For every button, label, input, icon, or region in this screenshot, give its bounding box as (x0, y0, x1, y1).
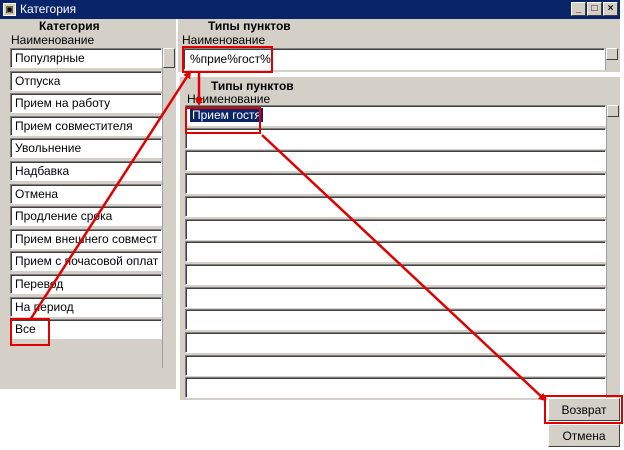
results-list-item[interactable] (185, 309, 606, 331)
types-panel-header: Типы пунктов (208, 19, 291, 33)
results-list-item[interactable] (185, 173, 606, 195)
category-list-item[interactable]: Увольнение (10, 138, 162, 159)
results-list-item[interactable] (185, 263, 606, 285)
search-highlight-box (182, 46, 273, 73)
return-highlight-box (544, 395, 623, 424)
category-scroll-thumb[interactable] (163, 48, 175, 68)
results-list-item[interactable] (185, 150, 606, 172)
selection-highlight-box (185, 107, 261, 134)
category-scrollbar[interactable] (162, 48, 175, 368)
types-column-label: Наименование (182, 33, 266, 47)
category-list-item[interactable]: Прием с почасовой оплат (10, 251, 162, 272)
window-title: Категория (20, 2, 77, 16)
types-scroll-thumb[interactable] (606, 48, 618, 60)
results-list-item[interactable] (185, 354, 606, 376)
types-scrollbar[interactable] (605, 48, 618, 70)
results-list-item[interactable] (185, 377, 606, 399)
category-list-item[interactable]: Перевод (10, 274, 162, 294)
maximize-icon[interactable]: □ (587, 2, 602, 16)
category-list-item[interactable]: Популярные (10, 48, 162, 68)
category-list-item[interactable]: Отпуска (10, 70, 162, 91)
close-icon[interactable]: × (603, 2, 618, 16)
category-list-item[interactable]: Прием совместителя (10, 115, 162, 136)
category-list-item[interactable]: Прием внешнего совмест (10, 228, 162, 249)
results-scrollbar[interactable] (606, 105, 619, 400)
all-item-highlight-box (10, 318, 50, 346)
title-bar: ▣ Категория _ □ × (0, 0, 620, 19)
cancel-button[interactable]: Отмена (548, 424, 620, 447)
results-scroll-thumb[interactable] (607, 105, 619, 117)
results-list-item[interactable] (185, 332, 606, 353)
category-list-item[interactable]: На период (10, 296, 162, 317)
results-panel-header: Типы пунктов (211, 79, 294, 93)
category-panel-header: Категория (39, 19, 100, 33)
results-list-item[interactable] (185, 241, 606, 263)
category-list-item[interactable]: Надбавка (10, 161, 162, 181)
results-list-item[interactable] (185, 195, 606, 217)
category-list-item[interactable]: Продление срока (10, 206, 162, 227)
app-icon: ▣ (3, 3, 16, 16)
results-list-item[interactable] (185, 218, 606, 240)
category-list-item[interactable]: Отмена (10, 183, 162, 204)
results-column-label: Наименование (187, 92, 271, 106)
results-list-item[interactable] (185, 286, 606, 308)
category-list-item[interactable]: Прием на работу (10, 93, 162, 114)
results-list: Прием гостя (185, 105, 606, 400)
category-column-label: Наименование (11, 33, 95, 47)
minimize-icon[interactable]: _ (571, 2, 586, 16)
